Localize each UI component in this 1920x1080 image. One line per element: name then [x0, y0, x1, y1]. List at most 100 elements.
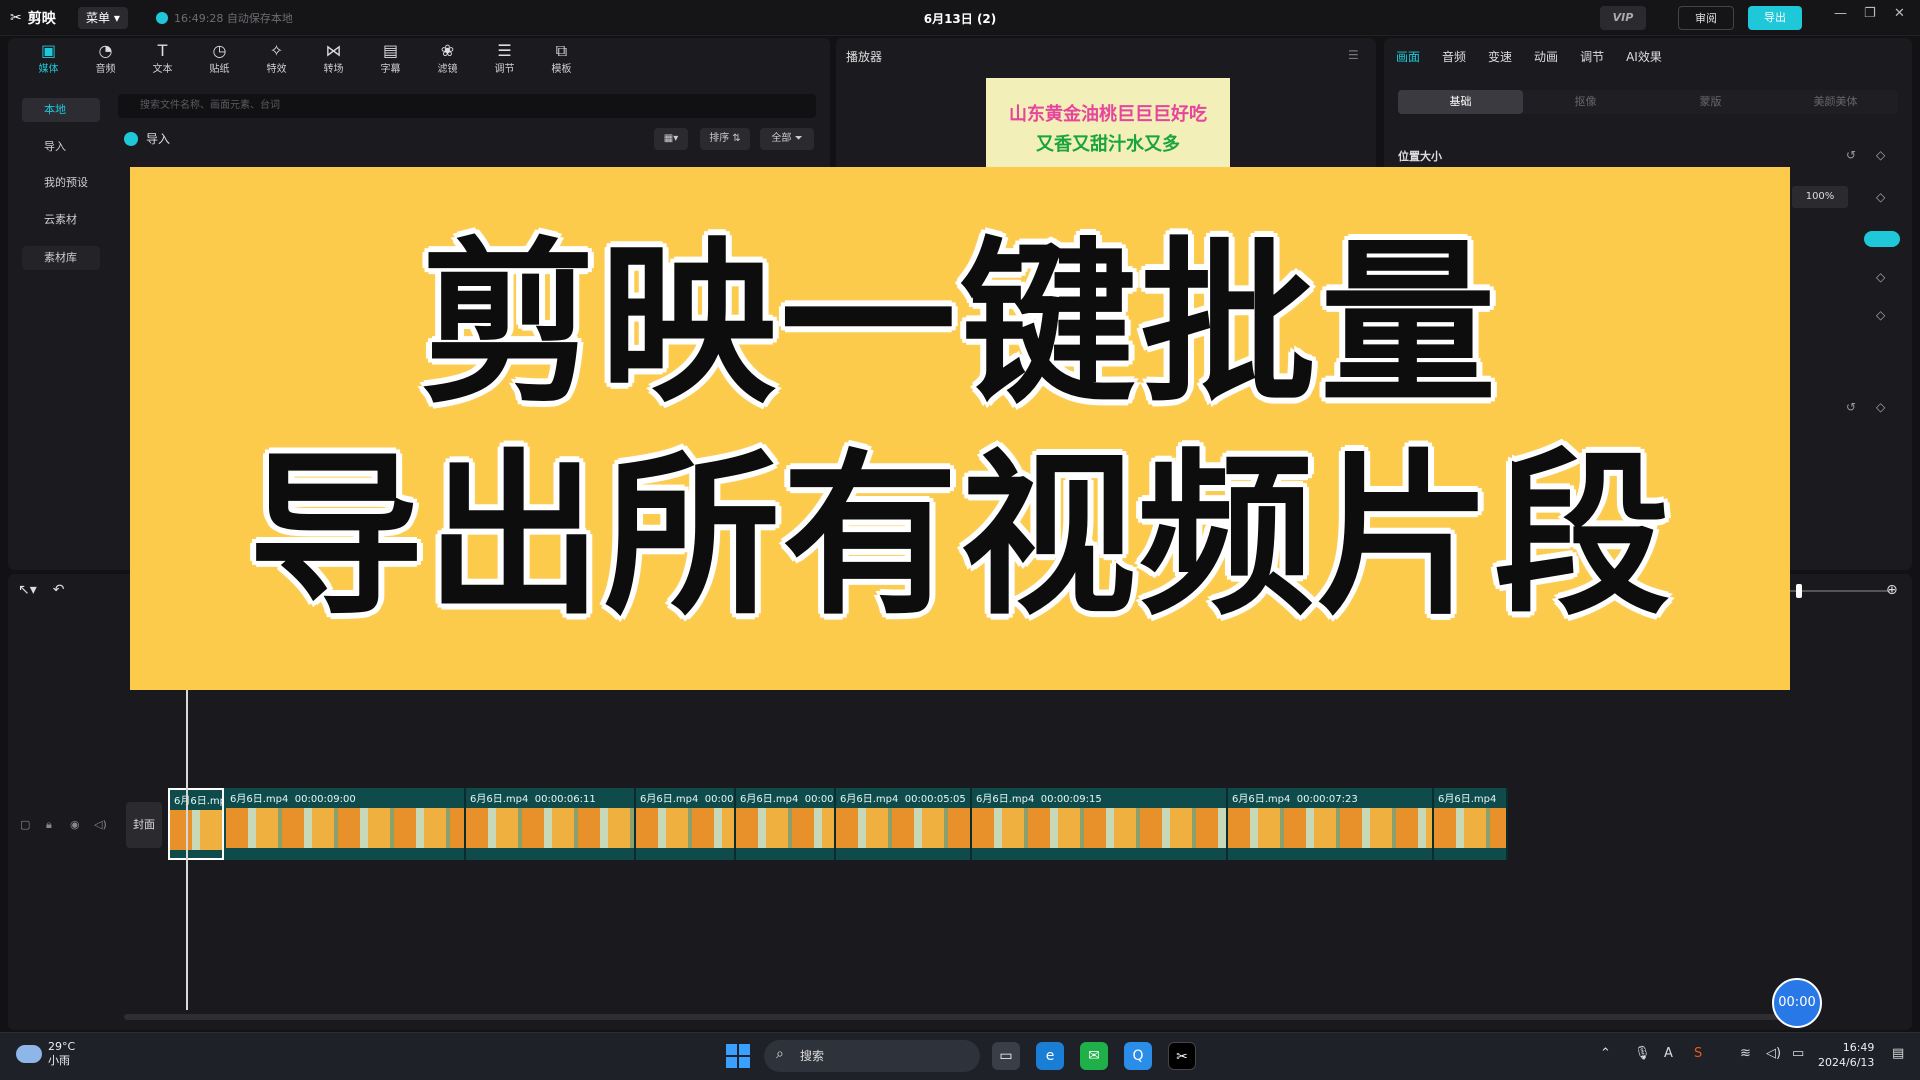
- media-search-input[interactable]: 搜索文件名称、画面元素、台词: [118, 94, 816, 118]
- subtab-cutout[interactable]: 抠像: [1523, 90, 1648, 114]
- subtab-mask[interactable]: 蒙版: [1648, 90, 1773, 114]
- clip-name: 6月6日.mp4: [470, 794, 529, 805]
- notification-icon[interactable]: ▤: [1892, 1046, 1904, 1061]
- review-button[interactable]: 审阅: [1678, 6, 1734, 30]
- filter-label: 全部: [771, 133, 792, 144]
- wechat-icon[interactable]: ✉: [1080, 1042, 1108, 1070]
- export-button[interactable]: 导出: [1748, 6, 1802, 30]
- timeline-scrollbar[interactable]: [124, 1014, 1784, 1020]
- timeline-clip[interactable]: 6月6日.mp4 00:00:09:00: [226, 788, 466, 860]
- battery-icon[interactable]: ▭: [1792, 1046, 1804, 1061]
- sidebar-item-library[interactable]: 素材库: [22, 246, 100, 270]
- cover-button[interactable]: 封面: [126, 802, 162, 848]
- reset-icon[interactable]: ↺: [1846, 148, 1856, 162]
- timeline-clip[interactable]: 6月6日.mp4 00:00:07:23: [1228, 788, 1434, 860]
- toolbar-label: 媒体: [38, 64, 59, 75]
- tab-adjust[interactable]: 调节: [1580, 48, 1604, 65]
- keyframe-icon[interactable]: ◇: [1876, 400, 1885, 414]
- wifi-icon[interactable]: ≋: [1740, 1046, 1751, 1061]
- keyframe-icon[interactable]: ◇: [1876, 308, 1885, 322]
- zoom-slider-handle[interactable]: [1796, 584, 1802, 598]
- vip-badge[interactable]: VIP: [1600, 6, 1646, 30]
- toolbar-item-text[interactable]: T 文本: [134, 38, 191, 82]
- lock-icon[interactable]: 🔒︎: [46, 818, 52, 832]
- minimize-icon[interactable]: —: [1834, 6, 1847, 21]
- weather-widget[interactable]: 29°C 小雨: [16, 1040, 75, 1068]
- subtab-beauty[interactable]: 美颜美体: [1773, 90, 1898, 114]
- tab-ai-effects[interactable]: AI效果: [1626, 48, 1662, 65]
- filter-button[interactable]: 全部 ⏷: [760, 128, 814, 150]
- sort-button[interactable]: 排序 ⇅: [700, 128, 750, 150]
- volume-icon[interactable]: ◁): [1766, 1046, 1781, 1061]
- zoom-in-icon[interactable]: ⊕: [1886, 582, 1898, 598]
- keyframe-icon[interactable]: ◇: [1876, 190, 1885, 204]
- toolbar-item-media[interactable]: ▣ 媒体: [20, 38, 77, 82]
- keyframe-icon[interactable]: ◇: [1876, 148, 1885, 162]
- timeline-toolbar: ↖▾ ↶: [18, 582, 65, 598]
- sidebar-item-import[interactable]: 导入: [22, 135, 100, 159]
- tray-expand-icon[interactable]: ⌃: [1600, 1046, 1611, 1061]
- app-name: 剪映: [27, 11, 56, 27]
- toolbar-item-transition[interactable]: ⋈ 转场: [305, 38, 362, 82]
- select-tool-icon[interactable]: ↖▾: [18, 582, 37, 598]
- tab-picture[interactable]: 画面: [1396, 48, 1420, 65]
- toolbar-item-effects[interactable]: ✧ 特效: [248, 38, 305, 82]
- timeline-clip[interactable]: 6月6日.mp4 00:00:09:15: [972, 788, 1228, 860]
- title-banner: 剪映一键批量 导出所有视频片段: [130, 167, 1790, 690]
- filter-funnel-icon: ⏷: [794, 133, 803, 144]
- undo-icon[interactable]: ↶: [53, 582, 65, 598]
- sogou-icon[interactable]: S: [1694, 1046, 1702, 1061]
- transition-icon: ⋈: [325, 41, 342, 60]
- toolbar-item-audio[interactable]: ◔ 音频: [77, 38, 134, 82]
- timeline-playhead[interactable]: [186, 680, 188, 1010]
- search-placeholder: 搜索文件名称、画面元素、台词: [140, 100, 280, 111]
- view-mode-button[interactable]: ▦▾: [654, 128, 688, 150]
- task-view-icon[interactable]: ▭: [992, 1042, 1020, 1070]
- import-button[interactable]: 导入: [124, 130, 170, 147]
- scale-value[interactable]: 100%: [1792, 186, 1848, 208]
- tab-speed[interactable]: 变速: [1488, 48, 1512, 65]
- microphone-icon[interactable]: 🎙︎: [1634, 1046, 1651, 1061]
- timeline-clip[interactable]: 6月6日.mp4 00:00:: [736, 788, 836, 860]
- banner-headline-2: 导出所有视频片段: [247, 434, 1672, 639]
- toolbar-item-filter[interactable]: ❀ 滤镜: [419, 38, 476, 82]
- input-method-icon[interactable]: A: [1664, 1046, 1673, 1061]
- close-icon[interactable]: ✕: [1894, 6, 1905, 21]
- speaker-icon[interactable]: ◁): [94, 818, 107, 831]
- recording-timer[interactable]: 00:00: [1772, 978, 1822, 1028]
- timeline-clip[interactable]: 6月6日.mp4 00:00:05:05: [836, 788, 972, 860]
- player-menu-icon[interactable]: ☰: [1348, 48, 1359, 62]
- restore-icon[interactable]: ❐: [1864, 6, 1876, 21]
- clip-label: 6月6日.mp4 00:00:07:23: [1232, 790, 1358, 805]
- tab-animation[interactable]: 动画: [1534, 48, 1558, 65]
- toolbar-item-template[interactable]: ⧉ 模板: [533, 38, 590, 82]
- toolbar-item-sticker[interactable]: ◷ 贴纸: [191, 38, 248, 82]
- capcut-taskbar-icon[interactable]: ✂: [1168, 1042, 1196, 1070]
- sidebar-item-local[interactable]: 本地: [22, 98, 100, 122]
- eye-icon[interactable]: ◉: [70, 818, 80, 831]
- weather-text: 29°C 小雨: [48, 1040, 75, 1068]
- taskbar-clock[interactable]: 16:49 2024/6/13: [1818, 1040, 1874, 1070]
- edge-browser-icon[interactable]: e: [1036, 1042, 1064, 1070]
- clock-time: 16:49: [1842, 1041, 1875, 1054]
- timeline-clip[interactable]: 6月6日.mp4: [1434, 788, 1508, 860]
- windows-start-button[interactable]: [726, 1044, 750, 1068]
- taskbar-search[interactable]: 搜索: [764, 1040, 980, 1072]
- sidebar-item-cloud[interactable]: 云素材: [22, 208, 100, 232]
- toolbar-item-subtitle[interactable]: ▤ 字幕: [362, 38, 419, 82]
- uniform-scale-toggle[interactable]: [1864, 231, 1900, 247]
- tab-audio[interactable]: 音频: [1442, 48, 1466, 65]
- reset-icon[interactable]: ↺: [1846, 400, 1856, 414]
- timeline-clip[interactable]: 6月6日.mp4 00:00:06:11: [466, 788, 636, 860]
- sidebar-item-my-presets[interactable]: 我的预设: [22, 171, 100, 195]
- toolbar-item-adjust[interactable]: ☰ 调节: [476, 38, 533, 82]
- timeline-clip[interactable]: 6月6日.mp4 00:00:: [636, 788, 736, 860]
- video-track: 6月6日.mp4 6月6日.mp4 00:00:09:00 6月6日.mp4 0…: [168, 788, 1508, 860]
- qq-browser-icon[interactable]: Q: [1124, 1042, 1152, 1070]
- subtab-basic[interactable]: 基础: [1398, 90, 1523, 114]
- track-preview-icon[interactable]: ▢: [20, 818, 30, 831]
- preview-caption-2: 又香又甜汁水又多: [1036, 134, 1180, 155]
- timeline-clip[interactable]: 6月6日.mp4: [168, 788, 224, 860]
- keyframe-icon[interactable]: ◇: [1876, 270, 1885, 284]
- main-menu-button[interactable]: 菜单 ▾: [78, 7, 128, 29]
